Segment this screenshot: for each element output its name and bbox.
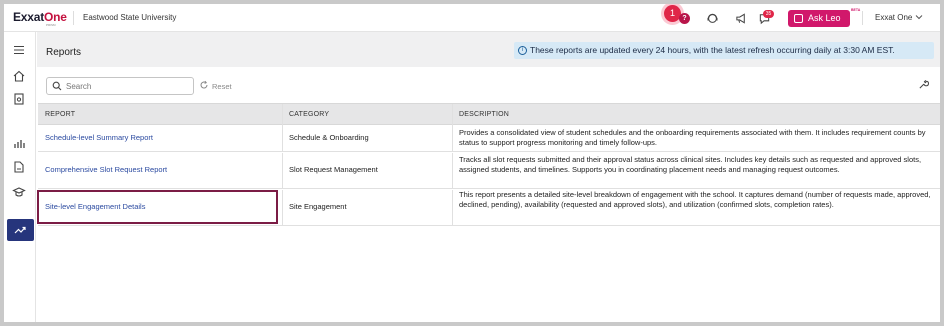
logo-text: Exxat xyxy=(13,10,45,24)
category-cell: Site Engagement xyxy=(289,202,347,211)
category-cell: Slot Request Management xyxy=(289,165,378,174)
column-divider xyxy=(452,153,453,189)
logo-sub: PRISM xyxy=(46,23,56,27)
help-icon[interactable]: ? xyxy=(679,13,690,24)
table-row[interactable]: Schedule-level Summary Report Schedule &… xyxy=(38,126,940,152)
report-link[interactable]: Comprehensive Slot Request Report xyxy=(45,165,167,175)
sidebar xyxy=(4,32,36,322)
page-header: Reports i These reports are updated ever… xyxy=(37,32,940,67)
megaphone-icon[interactable] xyxy=(735,12,748,25)
ask-leo-label: Ask Leo xyxy=(808,13,841,23)
table-header: REPORT CATEGORY DESCRIPTION xyxy=(38,103,940,126)
search-box[interactable] xyxy=(46,77,194,95)
search-input[interactable] xyxy=(66,80,186,92)
column-divider xyxy=(282,190,283,226)
chevron-down-icon[interactable] xyxy=(915,13,923,21)
divider xyxy=(73,11,74,25)
search-icon xyxy=(52,81,62,91)
column-divider xyxy=(282,153,283,189)
report-link[interactable]: Schedule-level Summary Report xyxy=(45,133,153,143)
description-cell: This report presents a detailed site-lev… xyxy=(459,190,931,209)
description-cell: Provides a consolidated view of student … xyxy=(459,128,926,147)
column-header-description[interactable]: DESCRIPTION xyxy=(459,111,509,118)
selection-highlight xyxy=(37,190,278,224)
table-row[interactable]: Comprehensive Slot Request Report Slot R… xyxy=(38,153,940,189)
beta-badge: BETA xyxy=(851,8,861,12)
exxat-logo[interactable]: ExxatOne xyxy=(13,10,67,24)
trending-up-icon xyxy=(14,226,26,234)
file-icon[interactable] xyxy=(12,160,26,174)
wrench-icon[interactable] xyxy=(918,79,929,90)
category-cell: Schedule & Onboarding xyxy=(289,133,369,142)
refresh-icon[interactable] xyxy=(199,80,209,90)
divider xyxy=(862,11,863,25)
document-icon[interactable] xyxy=(12,92,26,106)
page-title: Reports xyxy=(46,47,82,58)
column-header-report[interactable]: REPORT xyxy=(45,111,75,118)
graduation-cap-icon[interactable] xyxy=(12,185,26,199)
column-divider xyxy=(282,126,283,152)
notification-count-badge: 35 xyxy=(763,10,774,18)
main-content: Reports i These reports are updated ever… xyxy=(37,32,940,322)
sparkle-icon xyxy=(794,14,803,23)
column-divider xyxy=(282,104,283,126)
info-text: These reports are updated every 24 hours… xyxy=(530,45,895,55)
home-icon[interactable] xyxy=(12,69,26,83)
analytics-icon[interactable] xyxy=(12,136,26,150)
refresh-info-banner: i These reports are updated every 24 hou… xyxy=(514,42,934,59)
column-divider xyxy=(452,190,453,226)
column-divider xyxy=(452,104,453,126)
sidebar-item-reports[interactable] xyxy=(7,219,34,241)
logo-accent: One xyxy=(44,10,67,24)
app-window: ExxatOne PRISM Eastwood State University… xyxy=(4,4,940,322)
info-icon: i xyxy=(518,46,527,55)
user-menu[interactable]: Exxat One xyxy=(875,13,912,22)
menu-icon[interactable] xyxy=(12,43,26,57)
reset-button[interactable]: Reset xyxy=(212,82,232,91)
institution-name: Eastwood State University xyxy=(83,13,177,22)
top-bar: ExxatOne PRISM Eastwood State University… xyxy=(4,4,940,32)
column-header-category[interactable]: CATEGORY xyxy=(289,111,329,118)
support-agent-icon[interactable] xyxy=(706,12,719,25)
description-cell: Tracks all slot requests submitted and t… xyxy=(459,155,922,174)
column-divider xyxy=(452,126,453,152)
ask-leo-button[interactable]: Ask Leo xyxy=(788,10,850,27)
